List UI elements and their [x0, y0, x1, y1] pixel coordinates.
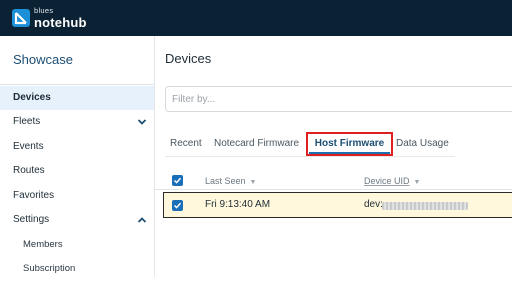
sidebar-item-events[interactable]: Events	[0, 135, 154, 159]
tab-notecard-firmware[interactable]: Notecard Firmware	[214, 138, 299, 149]
cell-last-seen: Fri 9:13:40 AM	[205, 199, 271, 210]
tab-data-usage[interactable]: Data Usage	[396, 138, 449, 149]
sidebar-item-label: Routes	[13, 165, 45, 176]
sidebar-item-fleets[interactable]: Fleets	[0, 110, 154, 134]
tab-recent[interactable]: Recent	[170, 138, 202, 149]
sidebar: Showcase Devices Fleets Events Routes Fa…	[0, 36, 155, 277]
column-header-label: Device UID	[364, 176, 410, 186]
row-checkbox[interactable]	[172, 200, 183, 211]
top-bar: blues notehub	[0, 0, 512, 36]
project-title[interactable]: Showcase	[13, 52, 73, 67]
chevron-down-icon[interactable]	[137, 117, 147, 127]
checkmark-icon	[173, 177, 182, 184]
checkmark-icon	[173, 202, 182, 209]
sidebar-item-label: Devices	[13, 92, 51, 103]
sidebar-item-label: Members	[23, 239, 63, 250]
brand-logo[interactable]: blues notehub	[34, 7, 87, 29]
active-tab-indicator	[309, 152, 390, 154]
sidebar-item-label: Events	[13, 141, 44, 152]
blues-logo-icon[interactable]	[12, 9, 30, 27]
sidebar-item-subscription[interactable]: Subscription	[0, 257, 154, 281]
column-header-device-uid[interactable]: Device UID ▼	[364, 176, 420, 186]
sidebar-item-label: Favorites	[13, 190, 55, 201]
page-title: Devices	[165, 51, 212, 66]
column-header-last-seen[interactable]: Last Seen ▼	[205, 176, 256, 186]
column-header-label: Last Seen	[205, 176, 246, 186]
cell-device-uid[interactable]: dev:	[364, 199, 383, 210]
brand-name: notehub	[34, 14, 87, 30]
sort-down-icon: ▼	[249, 179, 257, 186]
filter-input[interactable]	[165, 86, 512, 112]
chevron-up-icon[interactable]	[137, 215, 147, 225]
select-all-checkbox[interactable]	[172, 175, 183, 186]
sidebar-item-label: Subscription	[23, 263, 76, 274]
sidebar-item-routes[interactable]: Routes	[0, 159, 154, 183]
sort-down-icon: ▼	[413, 179, 421, 186]
sidebar-item-settings[interactable]: Settings	[0, 208, 154, 232]
sidebar-divider	[0, 84, 154, 85]
sidebar-item-members[interactable]: Members	[0, 233, 154, 257]
sidebar-item-favorites[interactable]: Favorites	[0, 184, 154, 208]
tabs-divider	[165, 156, 455, 157]
sidebar-item-label: Settings	[13, 214, 50, 225]
sidebar-item-devices[interactable]: Devices	[0, 86, 154, 110]
brand-small-text: blues	[34, 6, 54, 15]
sidebar-item-label: Fleets	[13, 116, 41, 127]
redacted-uid	[382, 202, 468, 210]
